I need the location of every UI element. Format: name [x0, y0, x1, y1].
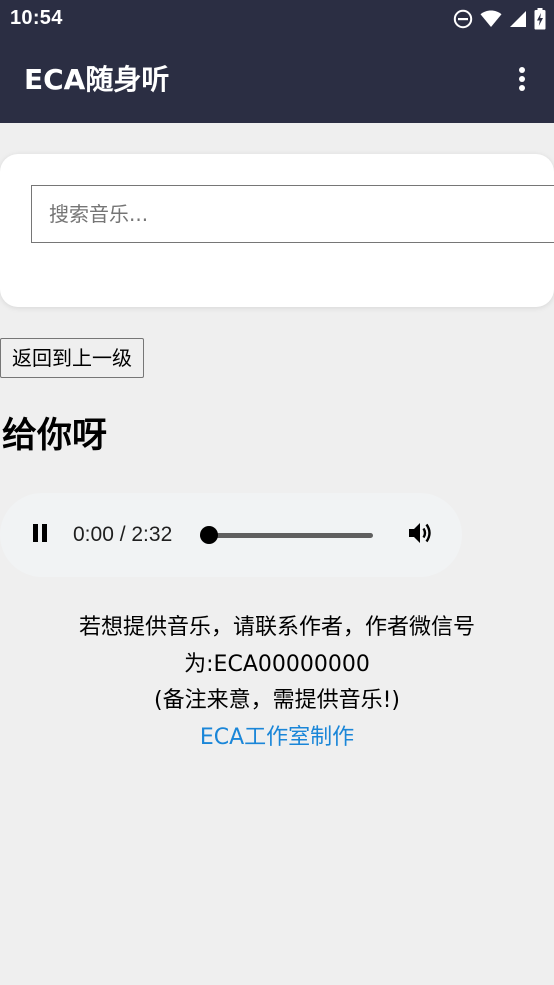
- search-card: [0, 154, 554, 307]
- battery-charging-icon: [534, 8, 546, 30]
- song-title: 给你呀: [2, 416, 108, 456]
- status-icons: [453, 8, 546, 30]
- app-bar: ECA随身听: [0, 38, 554, 123]
- search-input[interactable]: [31, 185, 554, 243]
- time-display: 0:00 / 2:32: [73, 523, 173, 546]
- info-block: 若想提供音乐，请联系作者，作者微信号 为:ECA00000000 (备注来意，需…: [0, 610, 554, 756]
- do-not-disturb-icon: [453, 9, 473, 29]
- status-time: 10:54: [10, 7, 63, 29]
- volume-button[interactable]: [406, 521, 436, 549]
- overflow-menu-button[interactable]: [510, 66, 534, 96]
- credit-link[interactable]: ECA工作室制作: [200, 725, 354, 750]
- wifi-icon: [480, 10, 502, 28]
- cell-signal-icon: [509, 10, 527, 28]
- progress-track: [200, 533, 373, 538]
- app-title: ECA随身听: [24, 63, 170, 96]
- volume-icon: [407, 520, 435, 550]
- audio-player: 0:00 / 2:32: [0, 493, 462, 577]
- play-pause-button[interactable]: [26, 521, 54, 549]
- wechat-id-line: 为:ECA00000000: [184, 651, 370, 677]
- pause-icon: [31, 523, 49, 547]
- back-button[interactable]: 返回到上一级: [0, 338, 144, 378]
- progress-slider[interactable]: [200, 526, 373, 544]
- more-vert-icon: [518, 66, 526, 96]
- note-line: (备注来意，需提供音乐!): [154, 688, 400, 713]
- progress-thumb[interactable]: [200, 526, 218, 544]
- status-bar: 10:54: [0, 0, 554, 38]
- contact-info-line: 若想提供音乐，请联系作者，作者微信号: [78, 615, 475, 640]
